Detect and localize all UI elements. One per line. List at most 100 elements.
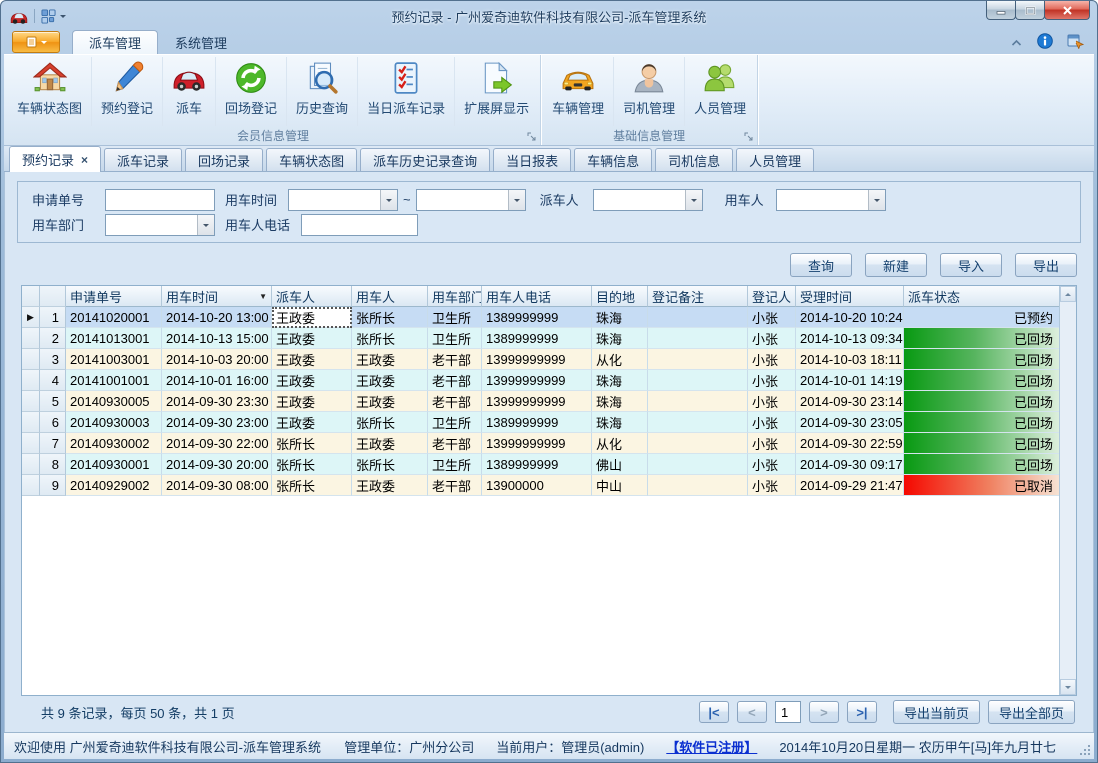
cell[interactable] (648, 412, 748, 433)
chevron-down-icon[interactable] (380, 190, 397, 210)
row-indicator-cell[interactable] (22, 328, 40, 349)
cell[interactable]: 卫生所 (428, 307, 482, 328)
doc-tab-daily-report[interactable]: 当日报表 (493, 148, 571, 171)
cell[interactable]: 小张 (748, 391, 796, 412)
cell[interactable]: 20140930001 (66, 454, 162, 475)
cell[interactable]: 2014-09-30 23:05 (796, 412, 904, 433)
cell[interactable]: 张所长 (352, 328, 428, 349)
cell[interactable]: 13999999999 (482, 433, 592, 454)
cell[interactable]: 张所长 (352, 454, 428, 475)
column-header-5[interactable]: 用车部门 (428, 286, 482, 307)
cell[interactable]: 王政委 (352, 433, 428, 454)
cell[interactable]: 王政委 (352, 391, 428, 412)
column-header-3[interactable]: 派车人 (272, 286, 352, 307)
cell[interactable]: 2014-10-20 10:24 (796, 307, 904, 328)
vertical-scrollbar[interactable] (1059, 286, 1076, 695)
application-menu-button[interactable] (12, 31, 60, 53)
maximize-button[interactable] (1015, 1, 1045, 20)
column-header-2[interactable]: 用车时间▼ (162, 286, 272, 307)
page-number-input[interactable]: 1 (775, 701, 801, 723)
cell[interactable]: 卫生所 (428, 454, 482, 475)
ribbon-button-today-dispatch-records[interactable]: 当日派车记录 (358, 57, 455, 126)
cell[interactable]: 张所长 (352, 307, 428, 328)
column-header-10[interactable]: 受理时间 (796, 286, 904, 307)
cell[interactable]: 小张 (748, 328, 796, 349)
cell[interactable]: 2014-09-30 23:30 (162, 391, 272, 412)
cell[interactable]: 老干部 (428, 433, 482, 454)
column-header-9[interactable]: 登记人 (748, 286, 796, 307)
next-page-button[interactable]: > (809, 701, 839, 723)
quick-access-dropdown-icon[interactable] (60, 15, 66, 21)
column-header-7[interactable]: 目的地 (592, 286, 648, 307)
cell[interactable]: 小张 (748, 454, 796, 475)
resize-grip[interactable] (1079, 744, 1091, 756)
cell[interactable]: 已回场 (904, 454, 1059, 475)
row-number-cell[interactable]: 9 (40, 475, 66, 496)
cell[interactable] (648, 454, 748, 475)
export-button[interactable]: 导出 (1015, 253, 1077, 277)
cell[interactable]: 2014-09-30 22:59 (796, 433, 904, 454)
scroll-up-icon[interactable] (1060, 286, 1076, 302)
cell[interactable]: 小张 (748, 307, 796, 328)
cell[interactable] (648, 391, 748, 412)
cell[interactable]: 王政委 (352, 475, 428, 496)
cell[interactable]: 2014-09-30 22:00 (162, 433, 272, 454)
doc-tab-vehicle-status-map[interactable]: 车辆状态图 (266, 148, 357, 171)
scroll-down-icon[interactable] (1060, 679, 1076, 695)
cell[interactable]: 已回场 (904, 412, 1059, 433)
user-combo[interactable] (776, 189, 886, 211)
row-indicator-cell[interactable] (22, 412, 40, 433)
chevron-down-icon[interactable] (685, 190, 702, 210)
doc-tab-return-records[interactable]: 回场记录 (185, 148, 263, 171)
row-number-cell[interactable]: 2 (40, 328, 66, 349)
new-button[interactable]: 新建 (865, 253, 927, 277)
chevron-down-icon[interactable] (197, 215, 214, 235)
cell[interactable]: 已回场 (904, 349, 1059, 370)
ribbon-button-dispatch-vehicle[interactable]: 派车 (163, 57, 216, 126)
cell[interactable]: 2014-09-30 23:14 (796, 391, 904, 412)
ribbon-button-personnel-management[interactable]: 人员管理 (685, 57, 755, 126)
cell[interactable]: 20141013001 (66, 328, 162, 349)
close-tab-icon[interactable]: × (81, 153, 88, 167)
ribbon-tab-system[interactable]: 系统管理 (158, 30, 244, 54)
request-no-input[interactable] (105, 189, 215, 211)
use-time-to-combo[interactable] (416, 189, 526, 211)
cell[interactable] (648, 370, 748, 391)
ribbon-button-vehicle-status-map[interactable]: 车辆状态图 (8, 57, 92, 126)
cell[interactable]: 中山 (592, 475, 648, 496)
doc-tab-dispatch-records[interactable]: 派车记录 (104, 148, 182, 171)
doc-tab-reservation-records[interactable]: 预约记录× (9, 146, 101, 172)
cell[interactable] (648, 475, 748, 496)
doc-tab-personnel-management[interactable]: 人员管理 (736, 148, 814, 171)
cell[interactable]: 老干部 (428, 370, 482, 391)
collapse-ribbon-chevron-icon[interactable] (1010, 35, 1023, 50)
cell[interactable]: 20141003001 (66, 349, 162, 370)
cell[interactable]: 2014-10-13 15:00 (162, 328, 272, 349)
cell[interactable]: 1389999999 (482, 412, 592, 433)
cell[interactable]: 已回场 (904, 328, 1059, 349)
cell[interactable]: 13900000 (482, 475, 592, 496)
cell[interactable]: 小张 (748, 370, 796, 391)
ribbon-button-vehicle-management[interactable]: 车辆管理 (543, 57, 614, 126)
cell[interactable]: 珠海 (592, 307, 648, 328)
cell[interactable]: 张所长 (352, 412, 428, 433)
cell[interactable]: 1389999999 (482, 328, 592, 349)
cell[interactable]: 小张 (748, 412, 796, 433)
cell[interactable]: 20141020001 (66, 307, 162, 328)
close-button[interactable] (1044, 1, 1090, 20)
first-page-button[interactable]: |< (699, 701, 729, 723)
cell[interactable]: 2014-10-01 16:00 (162, 370, 272, 391)
cell[interactable]: 老干部 (428, 391, 482, 412)
cell[interactable]: 佛山 (592, 454, 648, 475)
doc-tab-vehicle-info[interactable]: 车辆信息 (574, 148, 652, 171)
cell[interactable]: 珠海 (592, 412, 648, 433)
cell[interactable]: 王政委 (272, 307, 352, 328)
cell[interactable]: 2014-10-13 09:34 (796, 328, 904, 349)
column-header-4[interactable]: 用车人 (352, 286, 428, 307)
cell[interactable]: 20140930003 (66, 412, 162, 433)
chevron-down-icon[interactable] (868, 190, 885, 210)
cell[interactable]: 13999999999 (482, 370, 592, 391)
ribbon-button-driver-management[interactable]: 司机管理 (614, 57, 685, 126)
cell[interactable]: 卫生所 (428, 412, 482, 433)
row-number-cell[interactable]: 1 (40, 307, 66, 328)
